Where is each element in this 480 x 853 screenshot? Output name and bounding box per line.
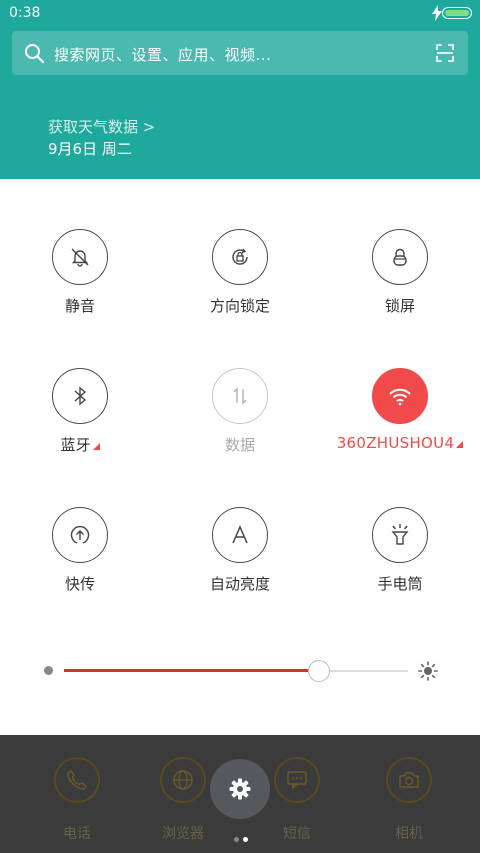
page-dot (243, 837, 248, 842)
dock-app-camera-name: 相机 (395, 826, 423, 842)
toggle-wifi-circle[interactable] (372, 368, 428, 424)
date-text: 9月6日 周二 (48, 140, 132, 158)
toggle-rotation-lock[interactable]: 方向锁定 (160, 229, 320, 316)
search-icon (25, 44, 44, 63)
wifi-network-name: 360ZHUSHOU4 (336, 434, 455, 452)
toggle-auto-brightness-circle[interactable] (212, 507, 268, 563)
toggle-flashlight[interactable]: 手电筒 (320, 507, 480, 594)
brightness-slider[interactable] (44, 660, 444, 682)
dock-app-camera[interactable]: 相机 (364, 757, 454, 843)
toggle-auto-brightness[interactable]: 自动亮度 (160, 507, 320, 594)
dock-app-messages-name: 短信 (283, 826, 311, 842)
globe-icon (173, 770, 193, 790)
search-bar[interactable]: 搜索网页、设置、应用、视频... (12, 31, 468, 75)
expand-indicator-icon (456, 441, 464, 448)
toggle-mobile-data-label: 数据 (224, 436, 255, 454)
transfer-icon (70, 525, 90, 544)
flashlight-icon (391, 524, 409, 545)
home-dock: 电话 浏览器 短信 相机 (0, 735, 480, 853)
dock-app-phone-ring[interactable] (54, 757, 100, 803)
toggle-mute-label: 静音 (64, 297, 95, 315)
brightness-thumb[interactable] (307, 660, 330, 682)
notification-header: 0:38 搜索网页、设置、应用、视频... 获取天气数据 > 9月6日 周二 (0, 0, 480, 179)
page-indicator (232, 827, 250, 846)
dock-app-browser-ring[interactable] (160, 757, 206, 803)
toggle-quick-transfer-label: 快传 (64, 575, 95, 593)
brightness-fill (64, 669, 319, 672)
toggle-auto-brightness-label: 自动亮度 (209, 575, 270, 593)
toggle-bluetooth-label: 蓝牙 (0, 434, 160, 455)
toggle-quick-transfer[interactable]: 快传 (0, 507, 160, 594)
toggle-bluetooth[interactable]: 蓝牙 (0, 368, 160, 455)
toggle-flashlight-circle[interactable] (372, 507, 428, 563)
status-time: 0:38 (9, 5, 41, 21)
toggle-flashlight-label: 手电筒 (377, 575, 423, 593)
quick-settings-panel: 静音 方向锁定 锁屏 蓝牙 数据 360ZHUSHOU4 快传 自动亮度 手电筒 (0, 179, 480, 735)
dock-app-messages-ring[interactable] (274, 757, 320, 803)
toggle-mobile-data-circle[interactable] (212, 368, 268, 424)
wifi-icon (389, 388, 411, 406)
toggle-rotation-lock-label: 方向锁定 (209, 297, 270, 315)
settings-button[interactable] (210, 759, 270, 819)
camera-icon (399, 772, 419, 788)
auto-brightness-icon (232, 525, 248, 544)
status-bar: 0:38 (0, 0, 480, 28)
message-icon (287, 771, 307, 790)
toggle-rotation-lock-circle[interactable] (212, 229, 268, 285)
mobile-data-icon (233, 387, 247, 405)
phone-icon (67, 769, 88, 790)
battery-icon (442, 7, 472, 19)
search-input[interactable]: 搜索网页、设置、应用、视频... (54, 44, 271, 65)
toggle-quick-transfer-circle[interactable] (52, 507, 108, 563)
scan-icon[interactable] (436, 44, 454, 62)
dock-app-phone-name: 电话 (63, 826, 91, 842)
rotation-lock-icon (232, 248, 248, 265)
dock-app-browser-name: 浏览器 (162, 826, 204, 842)
brightness-high-icon (418, 661, 438, 681)
toggle-wifi[interactable]: 360ZHUSHOU4 (320, 368, 480, 452)
weather-link[interactable]: 获取天气数据 > (48, 116, 155, 137)
bell-off-icon (71, 248, 89, 267)
toggle-lock-screen[interactable]: 锁屏 (320, 229, 480, 316)
gear-icon (229, 778, 251, 800)
toggle-mute[interactable]: 静音 (0, 229, 160, 316)
toggle-bluetooth-text: 蓝牙 (60, 436, 91, 454)
expand-indicator-icon (92, 443, 100, 450)
bluetooth-icon (74, 386, 87, 406)
dock-app-camera-ring[interactable] (386, 757, 432, 803)
toggle-wifi-label: 360ZHUSHOU4 (320, 434, 480, 452)
brightness-low-icon (44, 666, 53, 675)
lock-icon (393, 248, 407, 266)
toggle-bluetooth-circle[interactable] (52, 368, 108, 424)
toggle-mute-circle[interactable] (52, 229, 108, 285)
toggle-mobile-data[interactable]: 数据 (160, 368, 320, 455)
toggle-lock-screen-circle[interactable] (372, 229, 428, 285)
charging-icon (432, 5, 442, 21)
page-dot (234, 837, 239, 842)
toggle-lock-screen-label: 锁屏 (384, 297, 415, 315)
dock-app-phone[interactable]: 电话 (32, 757, 122, 843)
